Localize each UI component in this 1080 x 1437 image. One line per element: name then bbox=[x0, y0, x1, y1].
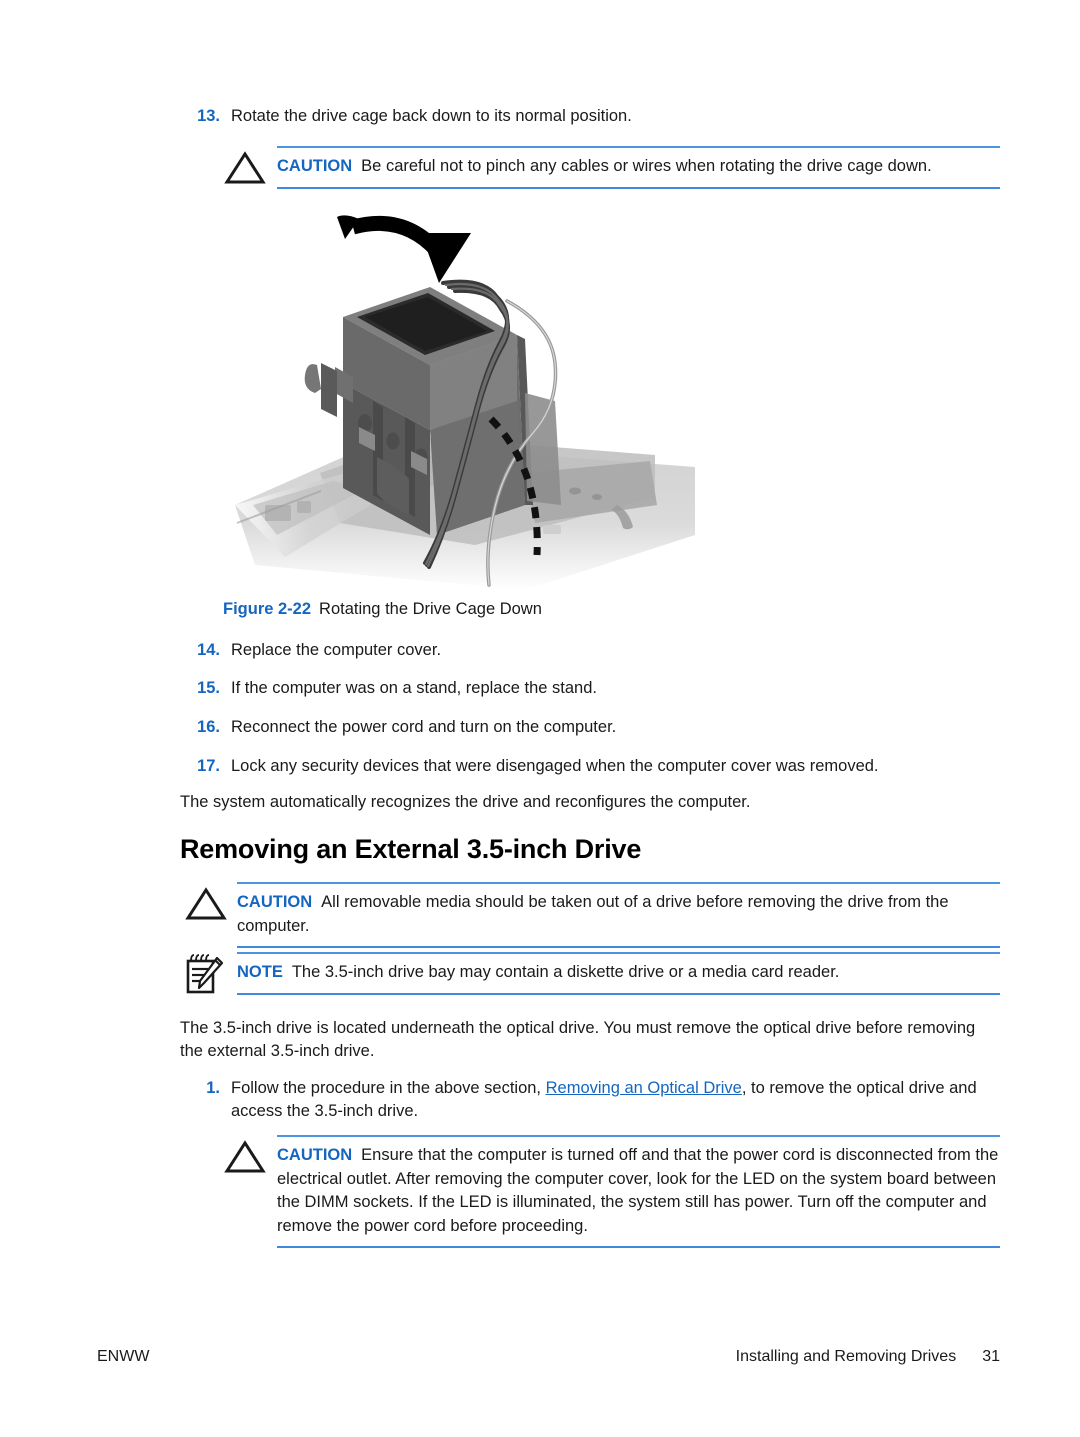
figure-image bbox=[225, 205, 695, 590]
list-item-text: Follow the procedure in the above sectio… bbox=[231, 1077, 1000, 1123]
drive-cage-illustration bbox=[235, 215, 695, 590]
paragraph-auto-recognize: The system automatically recognizes the … bbox=[180, 793, 751, 811]
divider-bottom bbox=[237, 946, 1000, 948]
caution-block-2: CAUTION All removable media should be tak… bbox=[185, 882, 1000, 948]
caution-triangle-icon bbox=[224, 151, 266, 185]
caution-label: CAUTION bbox=[237, 893, 313, 911]
list-item-number: 15. bbox=[197, 679, 220, 697]
list-item-text: Lock any security devices that were dise… bbox=[231, 757, 879, 775]
list-item-number: 13. bbox=[197, 107, 220, 125]
page-number: 31 bbox=[982, 1348, 1000, 1365]
caution-triangle-glyph bbox=[185, 887, 227, 920]
paragraph-intro: The 3.5-inch drive is located underneath… bbox=[180, 1019, 976, 1060]
note-pad-icon bbox=[184, 952, 224, 996]
note-block: NOTE The 3.5-inch drive bay may contain a… bbox=[186, 952, 1000, 995]
link-removing-an-optical-drive[interactable]: Removing an Optical Drive bbox=[546, 1079, 742, 1097]
caution-block-3: CAUTION Ensure that the computer is turne… bbox=[224, 1135, 1000, 1248]
note-body: NOTE The 3.5-inch drive bay may contain a… bbox=[237, 954, 1000, 993]
caution-body: CAUTION Ensure that the computer is turne… bbox=[277, 1137, 1000, 1246]
list-item-number: 1. bbox=[206, 1079, 220, 1097]
list-item-number: 16. bbox=[197, 718, 220, 736]
caution-block-1: CAUTION Be careful not to pinch any cable… bbox=[224, 146, 1000, 189]
caution-text: Be careful not to pinch any cables or wi… bbox=[361, 157, 932, 175]
list-item: 14. Replace the computer cover. bbox=[180, 639, 1000, 662]
list-item-number: 14. bbox=[197, 641, 220, 659]
list-item: 15. If the computer was on a stand, repl… bbox=[180, 677, 1000, 700]
footer-section-title: Installing and Removing Drives bbox=[735, 1348, 957, 1365]
footer-section: Installing and Removing Drives 31 bbox=[600, 1348, 1000, 1366]
page-title: Removing an External 3.5-inch Drive bbox=[180, 834, 642, 864]
caution-body: CAUTION All removable media should be tak… bbox=[237, 884, 1000, 946]
footer-locale: ENWW bbox=[97, 1348, 150, 1365]
step-text-before: Follow the procedure in the above sectio… bbox=[231, 1079, 546, 1097]
caution-triangle-icon bbox=[185, 887, 227, 921]
figure-title: Rotating the Drive Cage Down bbox=[319, 600, 542, 618]
list-item-text: Replace the computer cover. bbox=[231, 641, 442, 659]
caution-triangle-icon bbox=[224, 1140, 266, 1174]
divider-bottom bbox=[237, 992, 1000, 995]
list-item-text: Reconnect the power cord and turn on the… bbox=[231, 718, 617, 736]
divider-bottom bbox=[277, 186, 1000, 189]
figure-number: Figure 2-22 bbox=[223, 600, 312, 618]
note-text: The 3.5-inch drive bay may contain a dis… bbox=[291, 963, 840, 981]
note-label: NOTE bbox=[237, 963, 283, 981]
caution-triangle-glyph bbox=[224, 151, 266, 184]
note-pad-glyph bbox=[186, 954, 224, 994]
list-item-text: Rotate the drive cage back down to its n… bbox=[231, 107, 632, 125]
list-item: 13. Rotate the drive cage back down to i… bbox=[180, 105, 1000, 128]
list-item: 16. Reconnect the power cord and turn on… bbox=[180, 716, 1000, 739]
list-item: 17. Lock any security devices that were … bbox=[180, 755, 1000, 778]
rotation-arrow bbox=[337, 215, 471, 283]
figure-caption: Figure 2-22 Rotating the Drive Cage Down bbox=[223, 600, 542, 619]
caution-text: All removable media should be taken out … bbox=[237, 893, 949, 935]
caution-label: CAUTION bbox=[277, 157, 353, 175]
caution-text: Ensure that the computer is turned off a… bbox=[277, 1146, 999, 1235]
list-item-text: If the computer was on a stand, replace … bbox=[231, 679, 597, 697]
list-item-number: 17. bbox=[197, 757, 220, 775]
list-item-step-1: 1. Follow the procedure in the above sec… bbox=[180, 1077, 1000, 1123]
document-page: 13. Rotate the drive cage back down to i… bbox=[0, 0, 1080, 1437]
divider-bottom bbox=[277, 1246, 1000, 1248]
caution-label: CAUTION bbox=[277, 1146, 353, 1164]
caution-body: CAUTION Be careful not to pinch any cable… bbox=[277, 148, 1000, 187]
caution-triangle-glyph bbox=[224, 1140, 266, 1173]
